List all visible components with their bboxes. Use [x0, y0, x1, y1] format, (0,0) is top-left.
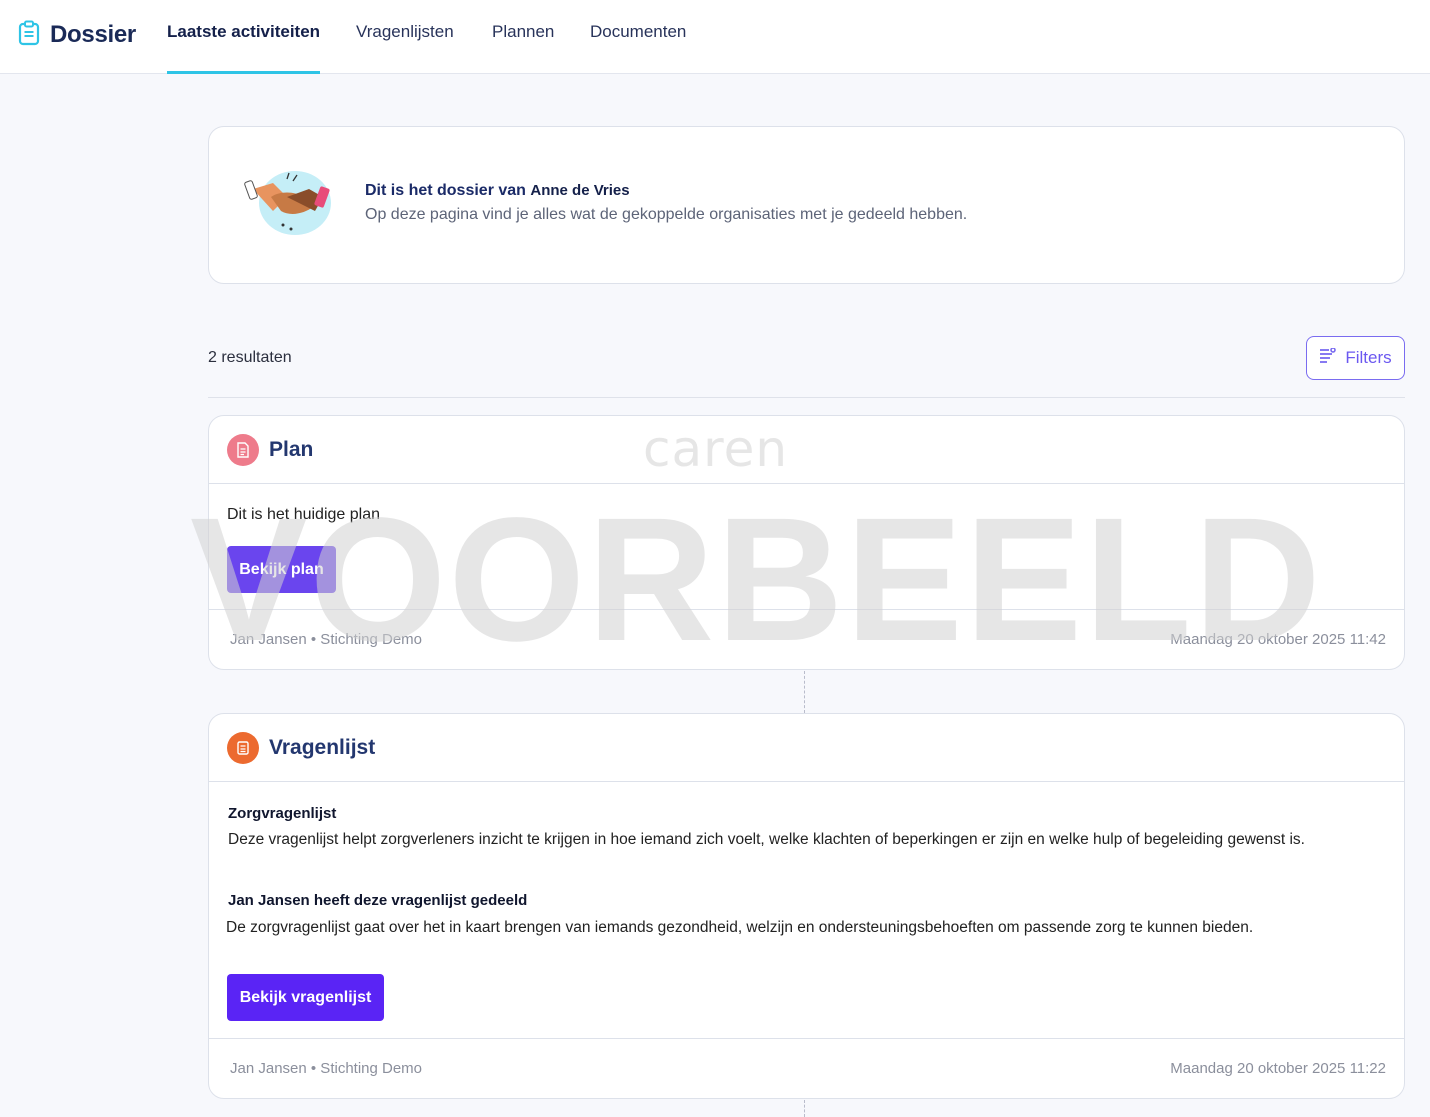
dossier-intro-card: Dit is het dossier van Anne de Vries Op … — [208, 126, 1405, 284]
timeline-connector — [804, 671, 805, 713]
intro-heading-text: Dit is het dossier van — [365, 182, 526, 199]
results-divider — [208, 397, 1405, 398]
timeline-connector — [804, 1100, 805, 1117]
card-author: Jan Jansen • Stichting Demo — [230, 1060, 423, 1077]
tab-vragenlijsten[interactable]: Vragenlijsten — [356, 22, 454, 74]
tab-documenten[interactable]: Documenten — [590, 22, 686, 74]
card-header: Plan — [209, 416, 1404, 484]
card-timestamp: Maandag 20 oktober 2025 11:22 — [1170, 1060, 1386, 1077]
results-count: 2 resultaten — [208, 349, 292, 366]
handshake-illustration — [243, 167, 335, 243]
card-type-title: Plan — [269, 437, 314, 461]
tab-laatste-activiteiten[interactable]: Laatste activiteiten — [167, 22, 321, 74]
card-footer: Jan Jansen • Stichting Demo Maandag 20 o… — [209, 609, 1404, 669]
intro-text: Dit is het dossier van Anne de Vries Op … — [365, 182, 967, 224]
activity-card-plan: Plan Dit is het huidige plan Bekijk plan… — [208, 415, 1405, 670]
questionnaire-title: Zorgvragenlijst — [228, 805, 337, 822]
clipboard-icon — [18, 20, 40, 51]
filter-icon — [1319, 346, 1337, 369]
intro-subtitle: Op deze pagina vind je alles wat de geko… — [365, 206, 968, 223]
filters-label: Filters — [1345, 348, 1392, 367]
card-header: Vragenlijst — [209, 714, 1404, 782]
intro-heading: Dit is het dossier van Anne de Vries — [365, 182, 967, 200]
tab-plannen[interactable]: Plannen — [492, 22, 554, 74]
client-name: Anne de Vries — [530, 182, 630, 199]
shared-title: Jan Jansen heeft deze vragenlijst gedeel… — [228, 892, 528, 909]
card-timestamp: Maandag 20 oktober 2025 11:42 — [1170, 631, 1386, 648]
document-icon — [227, 433, 259, 466]
questionnaire-description: Deze vragenlijst helpt zorgverleners inz… — [228, 831, 1305, 848]
card-type-title: Vragenlijst — [269, 735, 376, 759]
card-footer: Jan Jansen • Stichting Demo Maandag 20 o… — [209, 1038, 1404, 1098]
view-plan-button[interactable]: Bekijk plan — [227, 546, 336, 593]
page-title: Dossier — [50, 21, 136, 48]
activity-card-vragenlijst: Vragenlijst Zorgvragenlijst Deze vragenl… — [208, 713, 1405, 1099]
view-questionnaire-button[interactable]: Bekijk vragenlijst — [227, 974, 384, 1021]
brand: Dossier — [18, 20, 136, 50]
plan-description: Dit is het huidige plan — [227, 506, 380, 523]
questionnaire-icon — [227, 731, 259, 764]
top-navigation: Dossier Laatste activiteiten Vragenlijst… — [0, 0, 1430, 74]
card-author: Jan Jansen • Stichting Demo — [230, 631, 423, 648]
filters-button[interactable]: Filters — [1306, 336, 1405, 380]
shared-description: De zorgvragenlijst gaat over het in kaar… — [226, 919, 1254, 936]
